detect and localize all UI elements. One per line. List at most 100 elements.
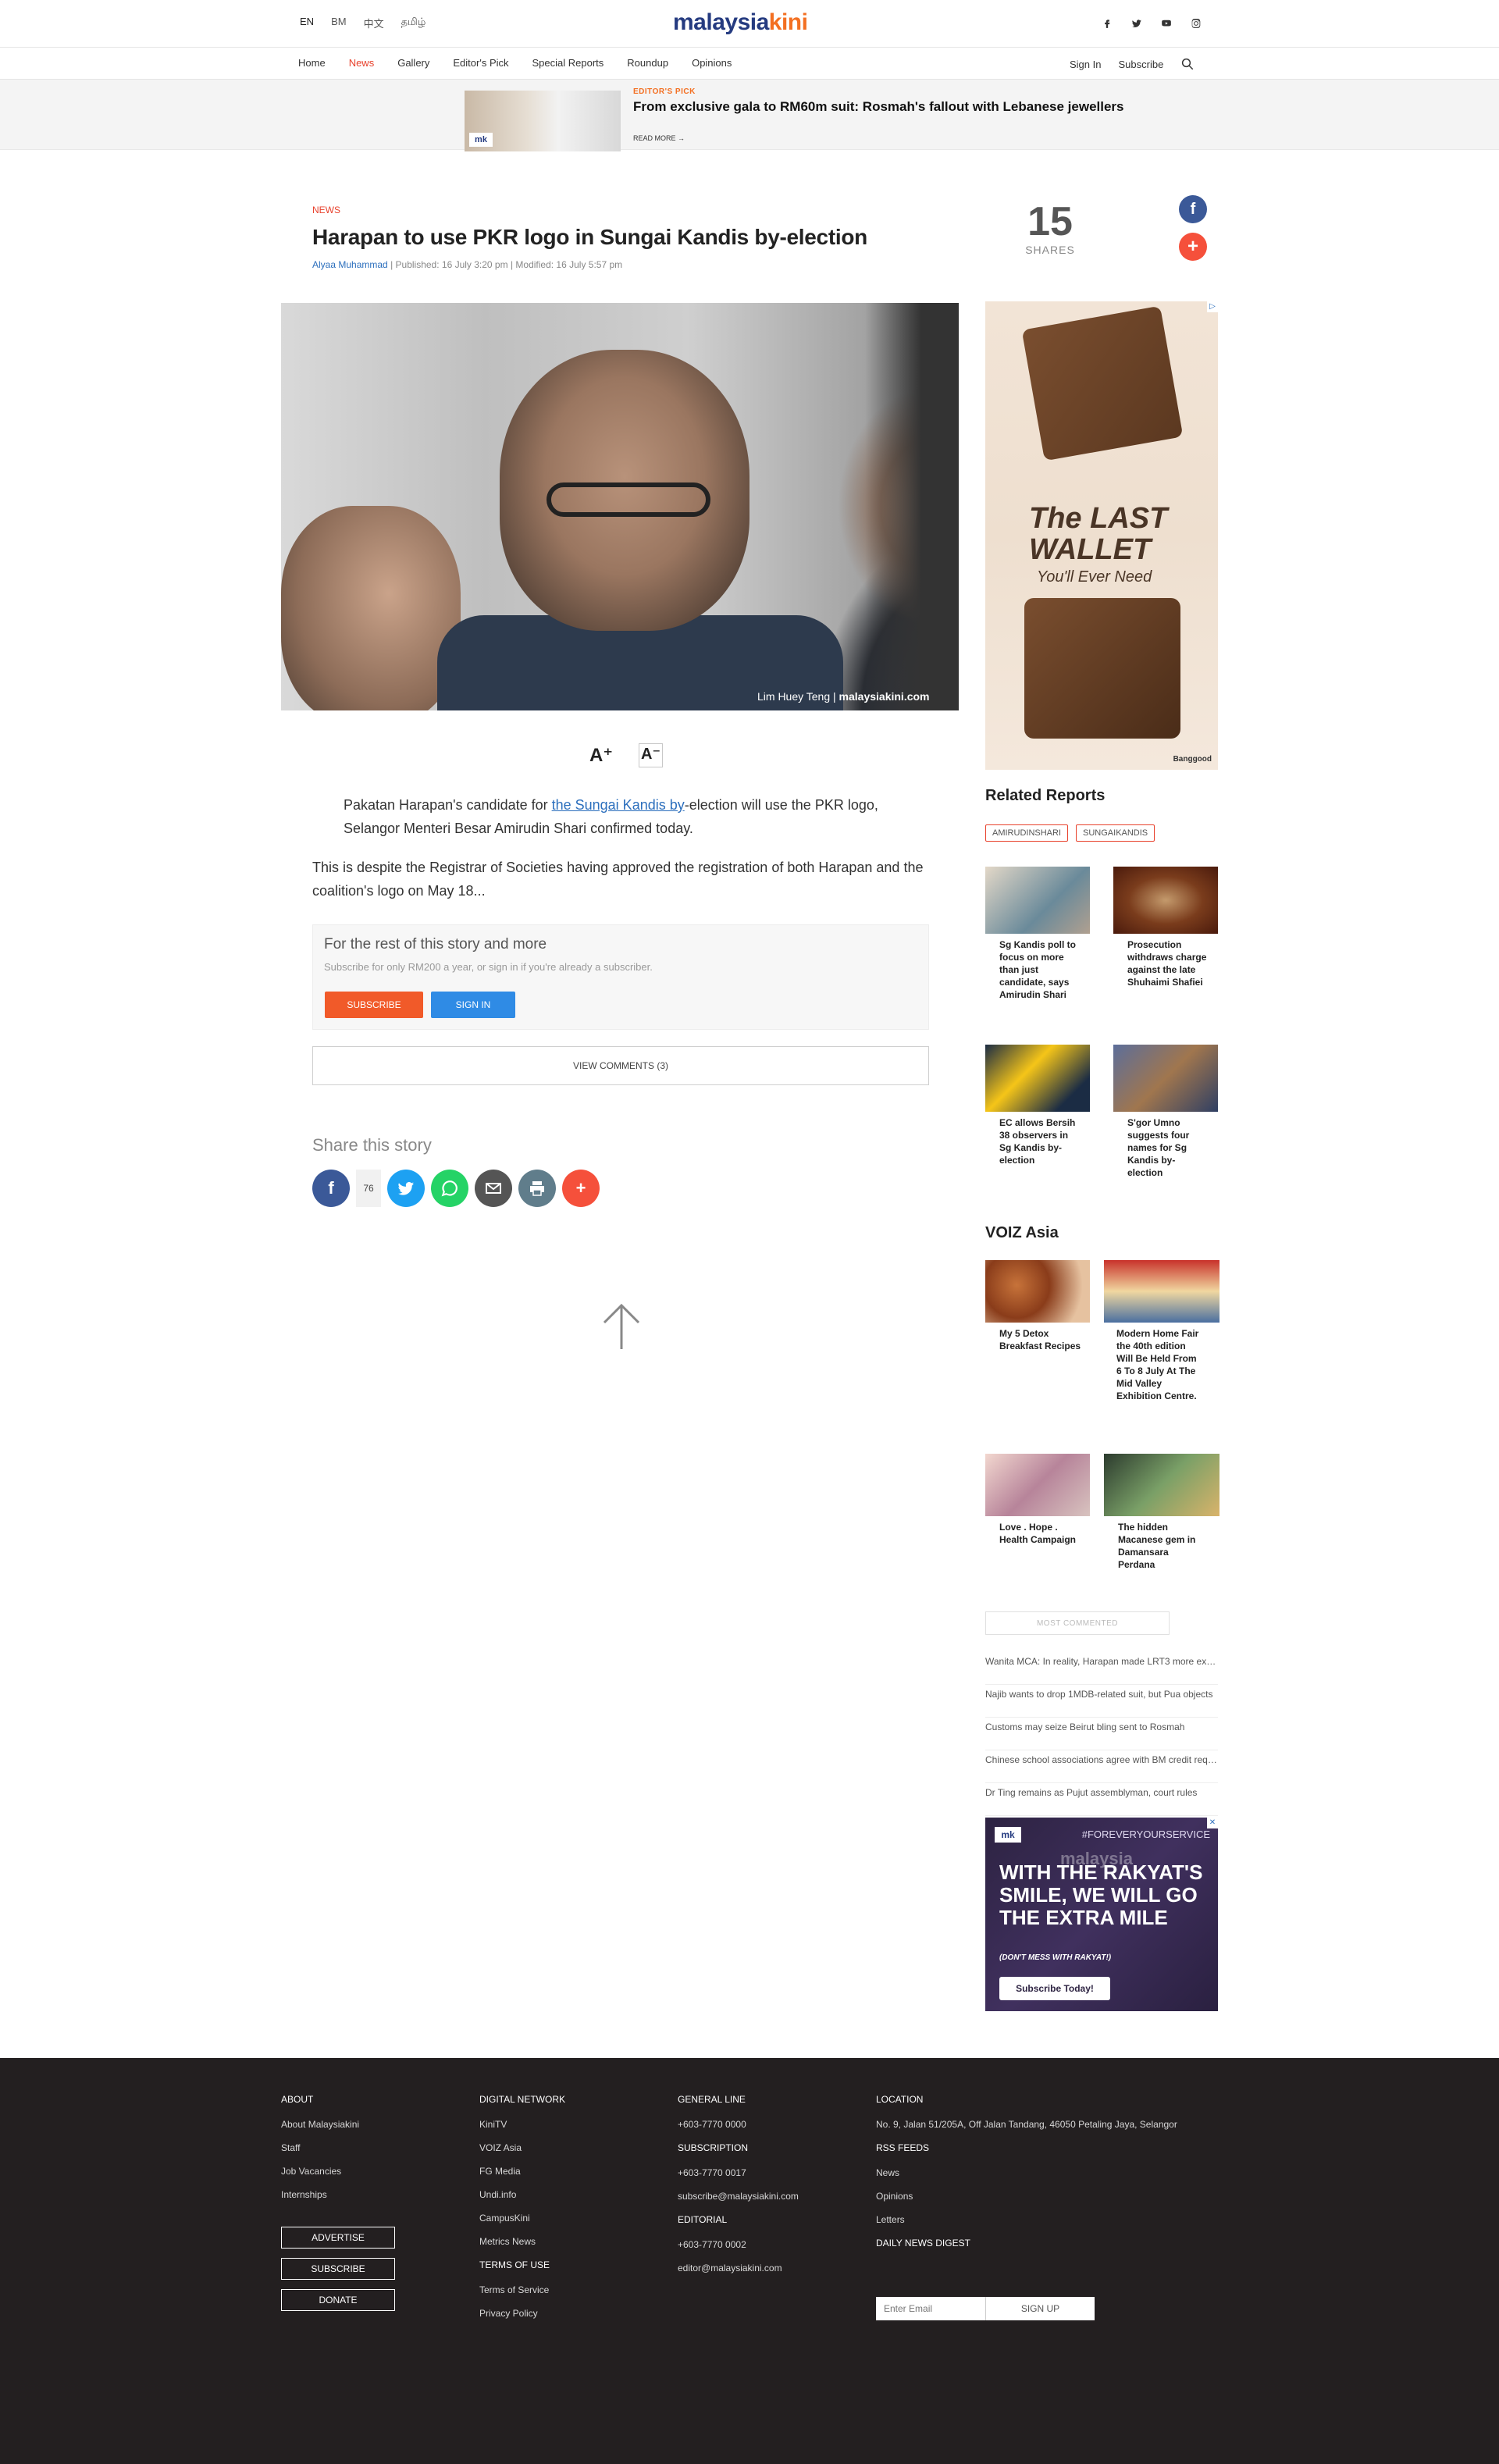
editors-pick-thumbnail[interactable]: mk (465, 91, 621, 151)
print-icon[interactable] (518, 1170, 556, 1207)
font-size-controls: A⁺ A⁻ (587, 743, 663, 767)
related-title[interactable]: S'gor Umno suggests four names for Sg Ka… (1113, 1112, 1218, 1179)
font-increase-button[interactable]: A⁺ (587, 743, 615, 767)
font-decrease-button[interactable]: A⁻ (639, 743, 663, 767)
site-logo[interactable]: malaysiakini (673, 9, 808, 36)
subscription-email[interactable]: subscribe@malaysiakini.com (678, 2191, 799, 2202)
twitter-icon[interactable] (1129, 16, 1145, 31)
lang-bm[interactable]: BM (328, 14, 350, 32)
footer-link[interactable]: About Malaysiakini (281, 2119, 359, 2130)
view-comments-button[interactable]: VIEW COMMENTS (3) (312, 1046, 929, 1085)
nav-opinions[interactable]: Opinions (692, 57, 732, 69)
editorial-email[interactable]: editor@malaysiakini.com (678, 2263, 799, 2274)
related-item[interactable]: Sg Kandis poll to focus on more than jus… (985, 867, 1090, 1001)
youtube-icon[interactable] (1159, 16, 1174, 31)
ad-subscribe-button[interactable]: Subscribe Today! (999, 1977, 1110, 2000)
footer-link[interactable]: Metrics News (479, 2236, 565, 2247)
footer-link[interactable]: KiniTV (479, 2119, 565, 2130)
article-kicker[interactable]: NEWS (312, 205, 340, 215)
footer-link[interactable]: Terms of Service (479, 2284, 565, 2295)
footer-link[interactable]: Staff (281, 2142, 359, 2153)
mk-logo: mk (995, 1827, 1021, 1843)
footer-link[interactable]: VOIZ Asia (479, 2142, 565, 2153)
lang-ta[interactable]: தமிழ் (398, 14, 429, 32)
related-tags: AMIRUDINSHARI SUNGAIKANDIS (985, 824, 1155, 842)
most-commented-item[interactable]: Dr Ting remains as Pujut assemblyman, co… (985, 1783, 1218, 1816)
article-headline: Harapan to use PKR logo in Sungai Kandis… (312, 225, 867, 249)
nav-editors-pick[interactable]: Editor's Pick (453, 57, 508, 69)
facebook-icon[interactable] (1099, 16, 1115, 31)
related-item[interactable]: Prosecution withdraws charge against the… (1113, 867, 1218, 988)
subscribe-button[interactable]: SUBSCRIBE (325, 992, 423, 1018)
most-commented-item[interactable]: Wanita MCA: In reality, Harapan made LRT… (985, 1652, 1218, 1685)
twitter-icon[interactable] (387, 1170, 425, 1207)
whatsapp-icon[interactable] (431, 1170, 468, 1207)
sign-in-button[interactable]: SIGN IN (431, 992, 515, 1018)
voiz-title[interactable]: Love . Hope . Health Campaign (985, 1516, 1090, 1546)
lang-en[interactable]: EN (297, 14, 317, 32)
related-title[interactable]: Sg Kandis poll to focus on more than jus… (985, 934, 1090, 1001)
newsletter-signup-button[interactable]: SIGN UP (985, 2297, 1095, 2320)
most-commented-item[interactable]: Customs may seize Beirut bling sent to R… (985, 1718, 1218, 1750)
editors-pick-read-more[interactable]: READ MORE → (633, 134, 685, 142)
sungai-kandis-link[interactable]: the Sungai Kandis by (552, 797, 685, 813)
nav-home[interactable]: Home (298, 57, 326, 69)
more-share-icon[interactable]: + (1179, 233, 1207, 261)
footer-link[interactable]: FG Media (479, 2166, 565, 2177)
footer-link[interactable]: CampusKini (479, 2213, 565, 2224)
related-item[interactable]: S'gor Umno suggests four names for Sg Ka… (1113, 1045, 1218, 1179)
nav-special-reports[interactable]: Special Reports (532, 57, 604, 69)
general-phone[interactable]: +603-7770 0000 (678, 2119, 799, 2130)
tag-amirudinshari[interactable]: AMIRUDINSHARI (985, 824, 1069, 842)
editorial-phone[interactable]: +603-7770 0002 (678, 2239, 799, 2250)
author-link[interactable]: Alyaa Muhammad (312, 259, 388, 270)
most-commented-item[interactable]: Najib wants to drop 1MDB-related suit, b… (985, 1685, 1218, 1718)
voiz-item[interactable]: Modern Home Fair the 40th edition Will B… (1104, 1260, 1219, 1402)
instagram-icon[interactable] (1188, 16, 1204, 31)
footer-link[interactable]: Undi.info (479, 2189, 565, 2200)
voiz-thumbnail (1104, 1454, 1219, 1516)
search-icon[interactable] (1180, 57, 1195, 71)
nav-roundup[interactable]: Roundup (627, 57, 668, 69)
back-to-top-icon[interactable] (598, 1302, 645, 1352)
advertise-button[interactable]: ADVERTISE (281, 2227, 395, 2249)
voiz-item[interactable]: My 5 Detox Breakfast Recipes (985, 1260, 1090, 1352)
footer-subscribe-button[interactable]: SUBSCRIBE (281, 2258, 395, 2280)
lang-zh[interactable]: 中文 (361, 14, 387, 32)
newsletter-email-input[interactable] (876, 2297, 985, 2320)
footer-link[interactable]: Job Vacancies (281, 2166, 359, 2177)
nav-news[interactable]: News (349, 57, 375, 69)
most-commented-tab[interactable]: MOST COMMENTED (985, 1611, 1170, 1635)
voiz-title[interactable]: Modern Home Fair the 40th edition Will B… (1104, 1323, 1209, 1402)
logo-main: malaysia (673, 9, 769, 35)
voiz-title[interactable]: My 5 Detox Breakfast Recipes (985, 1323, 1090, 1352)
related-title[interactable]: EC allows Bersih 38 observers in Sg Kand… (985, 1112, 1090, 1166)
donate-button[interactable]: DONATE (281, 2289, 395, 2311)
nav-gallery[interactable]: Gallery (397, 57, 429, 69)
subscription-phone[interactable]: +603-7770 0017 (678, 2167, 799, 2178)
most-commented-item[interactable]: Chinese school associations agree with B… (985, 1750, 1218, 1783)
voiz-title[interactable]: The hidden Macanese gem in Damansara Per… (1104, 1516, 1209, 1571)
article-byline: Alyaa Muhammad | Published: 16 July 3:20… (312, 259, 622, 270)
rss-link[interactable]: Letters (876, 2214, 1177, 2225)
nav-signin[interactable]: Sign In (1070, 59, 1101, 70)
facebook-icon[interactable]: f (312, 1170, 350, 1207)
footer-link[interactable]: Privacy Policy (479, 2308, 565, 2319)
related-title[interactable]: Prosecution withdraws charge against the… (1113, 934, 1218, 988)
facebook-share-icon[interactable]: f (1179, 195, 1207, 223)
footer-link[interactable]: Internships (281, 2189, 359, 2200)
wallet-advertisement[interactable]: The LAST WALLET You'll Ever Need Banggood… (985, 301, 1218, 770)
rss-link[interactable]: Opinions (876, 2191, 1177, 2202)
malaysiakini-subscription-ad[interactable]: mk #FOREVERYOURSERVICE malaysia WITH THE… (985, 1818, 1218, 2011)
voiz-item[interactable]: The hidden Macanese gem in Damansara Per… (1104, 1454, 1219, 1571)
nav-subscribe[interactable]: Subscribe (1118, 59, 1163, 70)
voiz-item[interactable]: Love . Hope . Health Campaign (985, 1454, 1090, 1546)
email-icon[interactable] (475, 1170, 512, 1207)
ad-info-icon[interactable]: ✕ (1207, 1818, 1218, 1828)
tag-sungaikandis[interactable]: SUNGAIKANDIS (1076, 824, 1155, 842)
ad-info-icon[interactable]: ▷ (1207, 301, 1218, 312)
related-item[interactable]: EC allows Bersih 38 observers in Sg Kand… (985, 1045, 1090, 1166)
rss-link[interactable]: News (876, 2167, 1177, 2178)
editors-pick-title[interactable]: From exclusive gala to RM60m suit: Rosma… (633, 100, 1180, 114)
more-share-icon[interactable]: + (562, 1170, 600, 1207)
